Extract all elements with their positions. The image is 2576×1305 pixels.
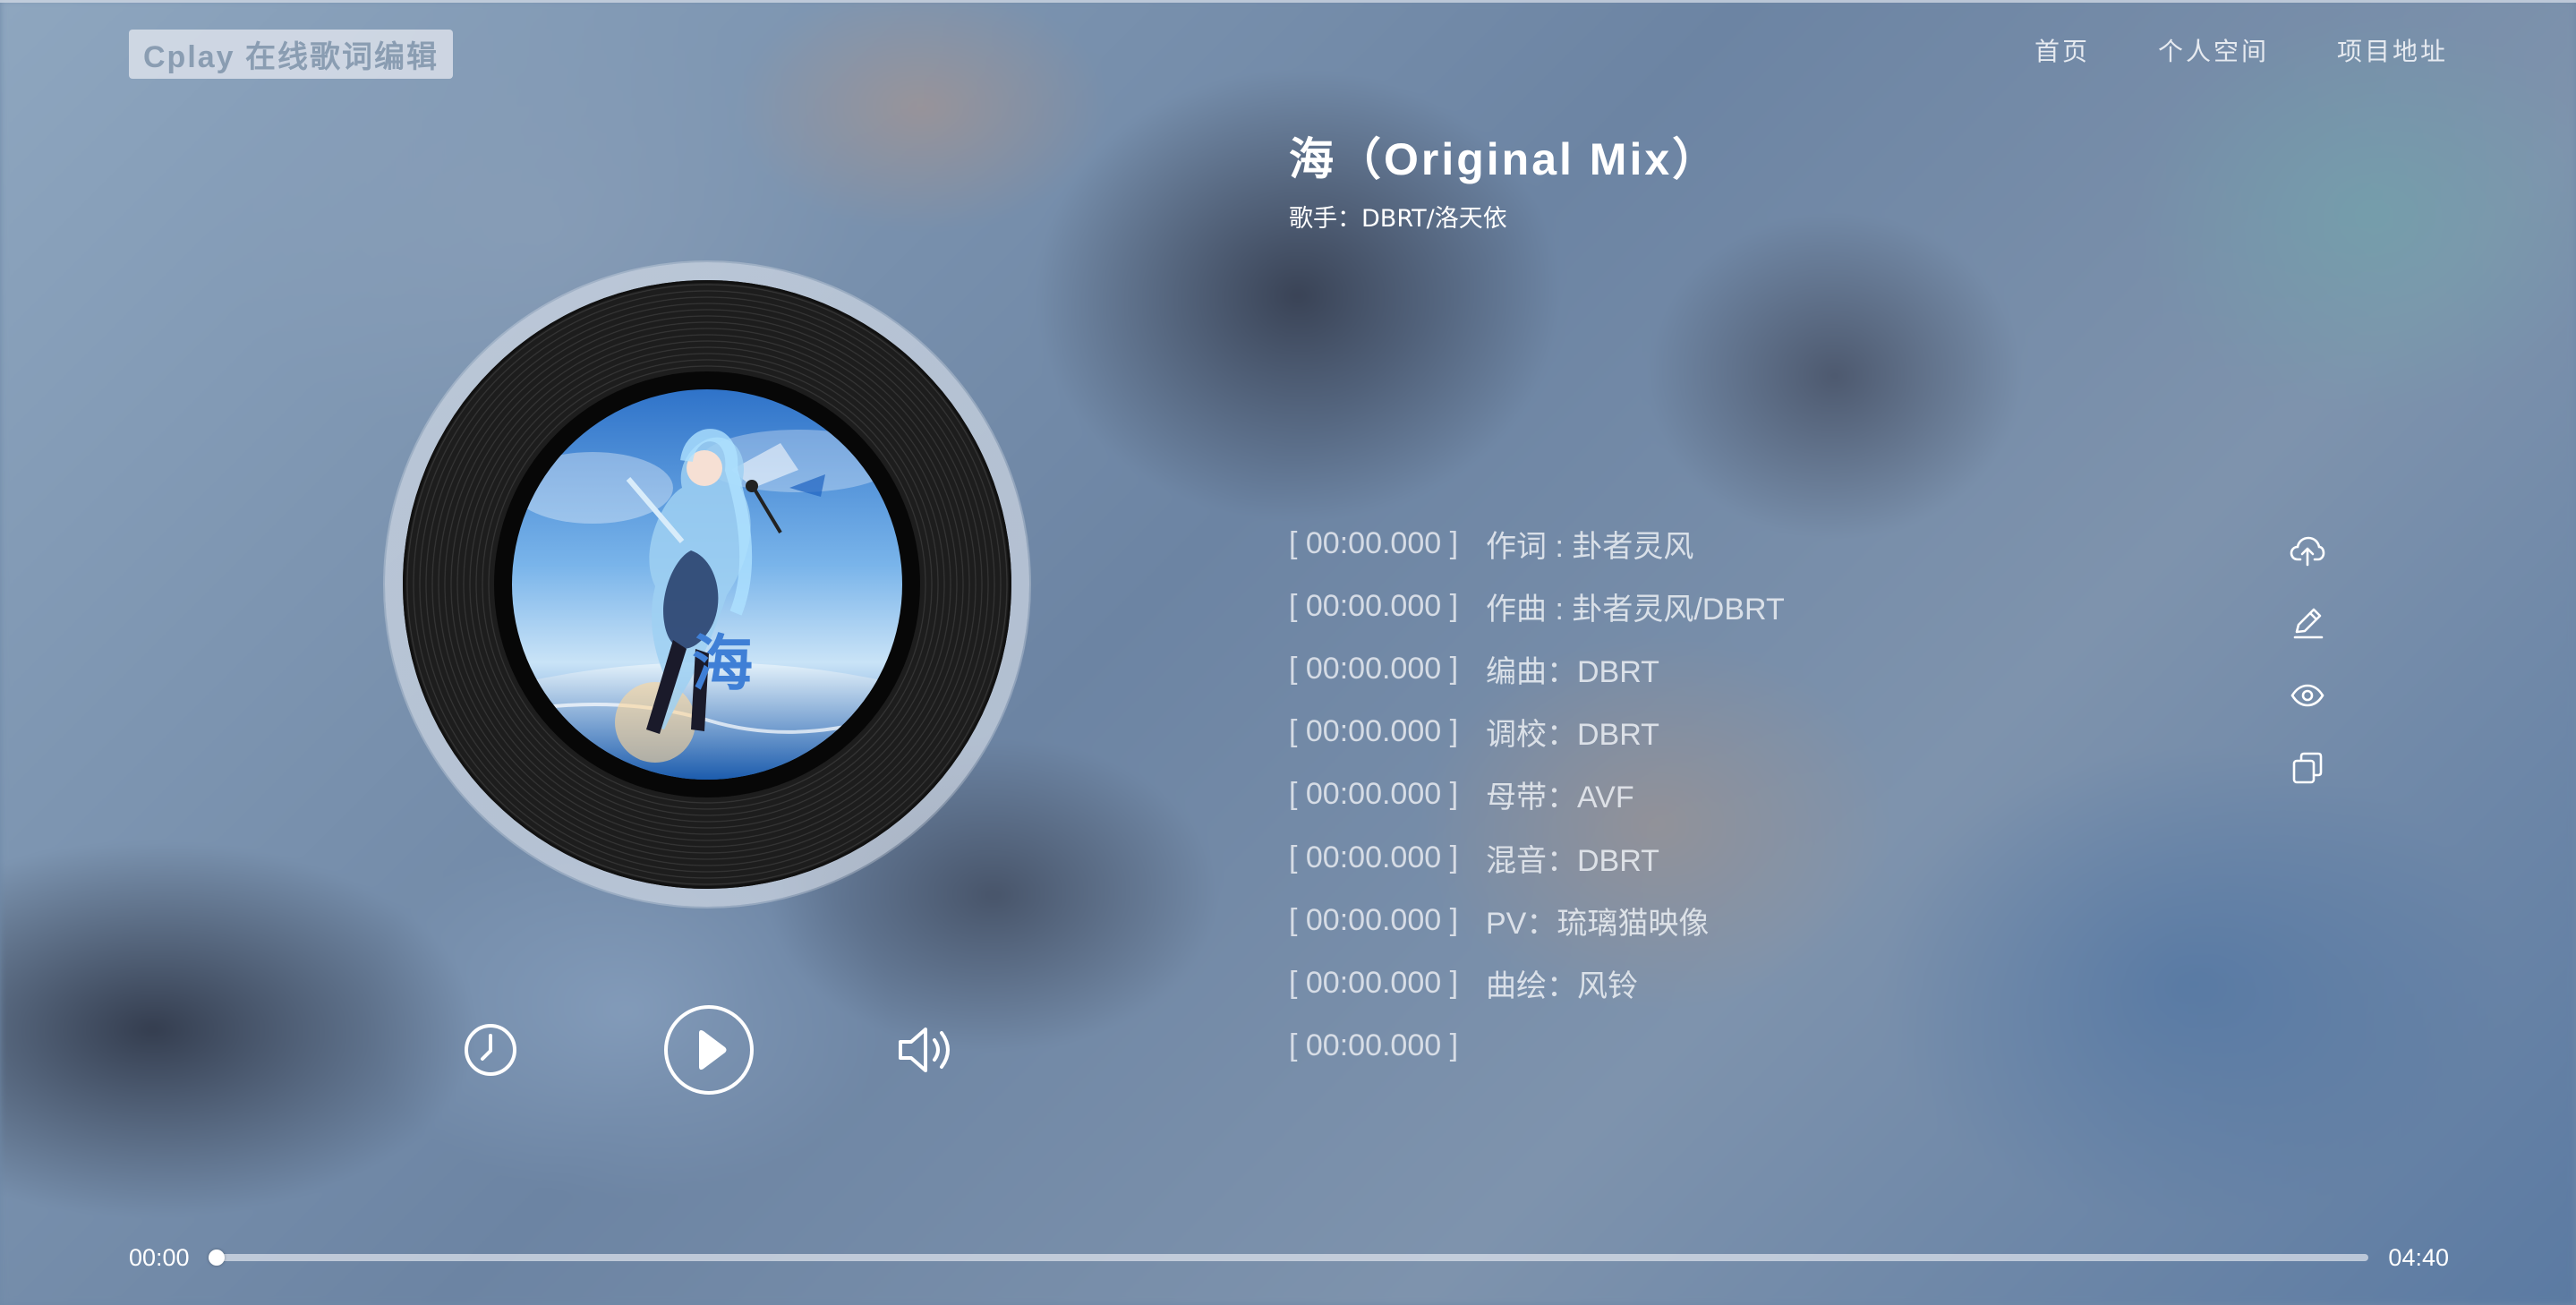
lyric-timestamp[interactable]: [ 00:00.000 ] bbox=[1289, 526, 1486, 561]
lyric-timestamp[interactable]: [ 00:00.000 ] bbox=[1289, 589, 1486, 624]
lyric-line[interactable]: [ 00:00.000 ] PV：琉璃猫映像 bbox=[1289, 889, 2184, 951]
lyric-line[interactable]: [ 00:00.000 ] 母带：AVF bbox=[1289, 763, 2184, 826]
lyric-timestamp[interactable]: [ 00:00.000 ] bbox=[1289, 652, 1486, 687]
total-time: 04:40 bbox=[2388, 1244, 2449, 1271]
lyric-timestamp[interactable]: [ 00:00.000 ] bbox=[1289, 903, 1486, 938]
nav-project-address[interactable]: 项目地址 bbox=[2337, 34, 2448, 70]
volume-icon bbox=[899, 1028, 950, 1072]
clock-icon bbox=[465, 1024, 516, 1076]
top-nav: 首页 个人空间 项目地址 bbox=[1966, 34, 2448, 70]
album-cover-title: 海 bbox=[692, 629, 753, 700]
lyric-text: 编曲：DBRT bbox=[1486, 654, 1659, 689]
volume-button[interactable] bbox=[895, 1020, 958, 1079]
app-logo[interactable]: Cplay 在线歌词编辑 bbox=[129, 30, 454, 79]
record-player: 海 bbox=[385, 262, 1029, 907]
lyric-text: 混音：DBRT bbox=[1486, 843, 1659, 878]
nav-personal-space[interactable]: 个人空间 bbox=[2158, 34, 2269, 70]
vinyl-label-ring: 海 bbox=[494, 371, 920, 798]
album-cover-art: 海 bbox=[512, 389, 902, 780]
lyric-line[interactable]: [ 00:00.000 ] 作曲 : 卦者灵风/DBRT bbox=[1289, 575, 2184, 637]
lyric-line[interactable]: [ 00:00.000 ] 曲绘：风铃 bbox=[1289, 951, 2184, 1014]
lyric-timestamp[interactable]: [ 00:00.000 ] bbox=[1289, 840, 1486, 875]
blurred-background bbox=[0, 0, 2576, 1305]
current-time: 00:00 bbox=[129, 1244, 190, 1271]
nav-home[interactable]: 首页 bbox=[2034, 34, 2090, 70]
lyric-text: 作曲 : 卦者灵风/DBRT bbox=[1486, 592, 1785, 627]
artist-label: 歌手： bbox=[1289, 205, 1361, 233]
artist-name: DBRT/洛天依 bbox=[1361, 205, 1507, 233]
lyric-timestamp[interactable]: [ 00:00.000 ] bbox=[1289, 966, 1486, 1001]
progress-knob[interactable] bbox=[209, 1250, 225, 1266]
song-artist-line: 歌手：DBRT/洛天依 bbox=[1289, 199, 1507, 234]
lyric-line[interactable]: [ 00:00.000 ] 调校：DBRT bbox=[1289, 701, 2184, 763]
lyric-text: 调校：DBRT bbox=[1486, 718, 1659, 753]
history-button[interactable] bbox=[461, 1020, 520, 1079]
edit-pencil-icon bbox=[2293, 608, 2324, 639]
lyrics-list: [ 00:00.000 ] 作词 : 卦者灵风 [ 00:00.000 ] 作曲 :… bbox=[1289, 512, 2184, 1078]
upload-cloud-icon bbox=[2290, 536, 2325, 567]
lyric-timestamp[interactable]: [ 00:00.000 ] bbox=[1289, 777, 1486, 812]
copy-icon bbox=[2292, 752, 2323, 784]
play-icon bbox=[664, 1005, 754, 1095]
lyric-line[interactable]: [ 00:00.000 ] 编曲：DBRT bbox=[1289, 637, 2184, 700]
preview-button[interactable] bbox=[2288, 676, 2327, 715]
lyric-timestamp[interactable]: [ 00:00.000 ] bbox=[1289, 1028, 1486, 1063]
copy-button[interactable] bbox=[2288, 748, 2327, 788]
album-cover: 海 bbox=[512, 389, 902, 780]
top-border bbox=[0, 0, 2576, 3]
lyric-line[interactable]: [ 00:00.000 ] bbox=[1289, 1015, 2184, 1078]
lyric-line[interactable]: [ 00:00.000 ] 作词 : 卦者灵风 bbox=[1289, 512, 2184, 575]
preview-eye-icon bbox=[2290, 684, 2324, 707]
edit-button[interactable] bbox=[2288, 603, 2327, 643]
lyric-timestamp[interactable]: [ 00:00.000 ] bbox=[1289, 714, 1486, 749]
lyric-text: 母带：AVF bbox=[1486, 780, 1634, 815]
song-title: 海（Original Mix） bbox=[1289, 134, 1720, 184]
vinyl-disc: 海 bbox=[403, 280, 1011, 889]
editor-toolbar bbox=[2288, 531, 2327, 821]
play-button[interactable] bbox=[662, 1003, 755, 1096]
lyric-line[interactable]: [ 00:00.000 ] 混音：DBRT bbox=[1289, 826, 2184, 889]
lyric-text: 作词 : 卦者灵风 bbox=[1486, 529, 1694, 564]
lyric-text: 曲绘：风铃 bbox=[1486, 968, 1638, 1003]
progress-bar[interactable] bbox=[209, 1250, 2368, 1266]
lyric-text: PV：琉璃猫映像 bbox=[1486, 906, 1710, 941]
upload-button[interactable] bbox=[2288, 531, 2327, 570]
